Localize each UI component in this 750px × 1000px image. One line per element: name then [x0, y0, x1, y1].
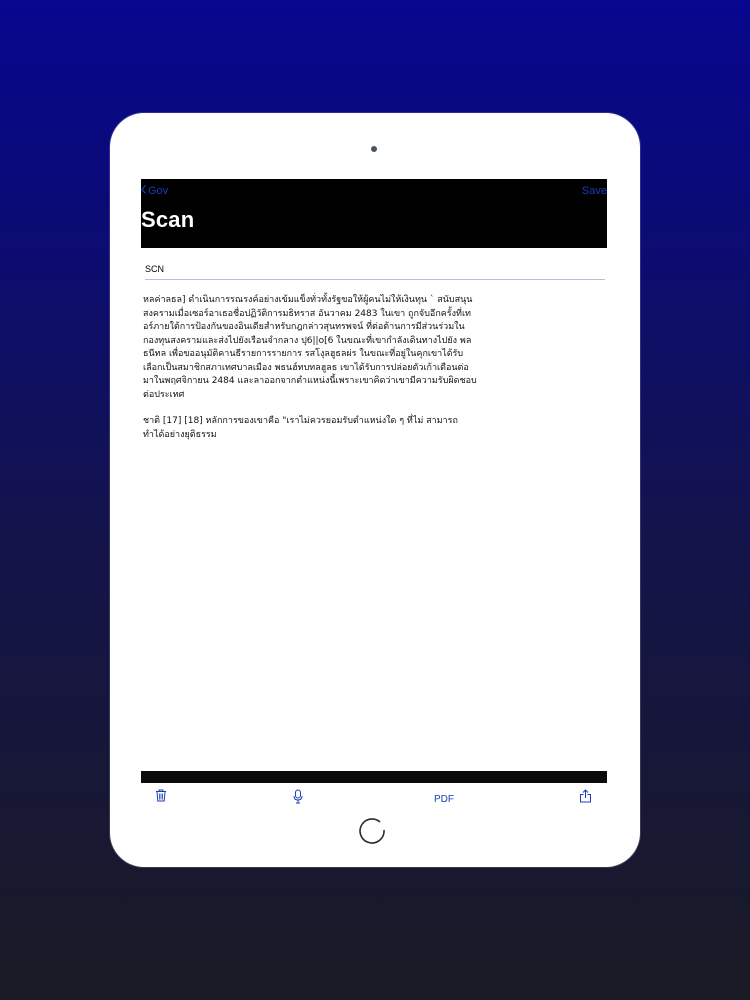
trash-icon	[155, 789, 167, 805]
back-button[interactable]: Gov	[141, 185, 168, 197]
navigation-bar: Gov Save Scan	[141, 179, 607, 248]
delete-button[interactable]	[155, 789, 167, 805]
page-title: Scan	[141, 207, 195, 232]
bottom-toolbar: PDF	[141, 785, 607, 813]
pdf-button[interactable]: PDF	[434, 794, 454, 805]
chevron-left-icon	[141, 185, 146, 197]
ocr-text-area[interactable]: หลค่าลธล] ดำเนินการรณรงค์อย่างเข้มแข็งทั…	[143, 294, 479, 455]
microphone-icon	[292, 789, 304, 807]
share-icon	[579, 789, 592, 806]
scan-preview-strip	[141, 771, 607, 783]
share-button[interactable]	[579, 789, 592, 806]
save-button[interactable]: Save	[582, 185, 607, 197]
front-camera	[371, 146, 377, 152]
document-name-field[interactable]	[145, 259, 605, 280]
tablet-frame: Gov Save Scan หลค่าลธล] ดำเนินการรณรงค์อ…	[110, 113, 640, 867]
home-button[interactable]	[358, 816, 388, 846]
ocr-paragraph: ชาติ [17] [18] หลักการของเขาคือ "เราไม่ค…	[143, 416, 458, 440]
back-button-label: Gov	[148, 185, 169, 197]
dictation-button[interactable]	[292, 789, 304, 807]
app-screen: Gov Save Scan หลค่าลธล] ดำเนินการรณรงค์อ…	[141, 179, 607, 819]
ocr-paragraph: หลค่าลธล] ดำเนินการรณรงค์อย่างเข้มแข็งทั…	[143, 295, 477, 400]
